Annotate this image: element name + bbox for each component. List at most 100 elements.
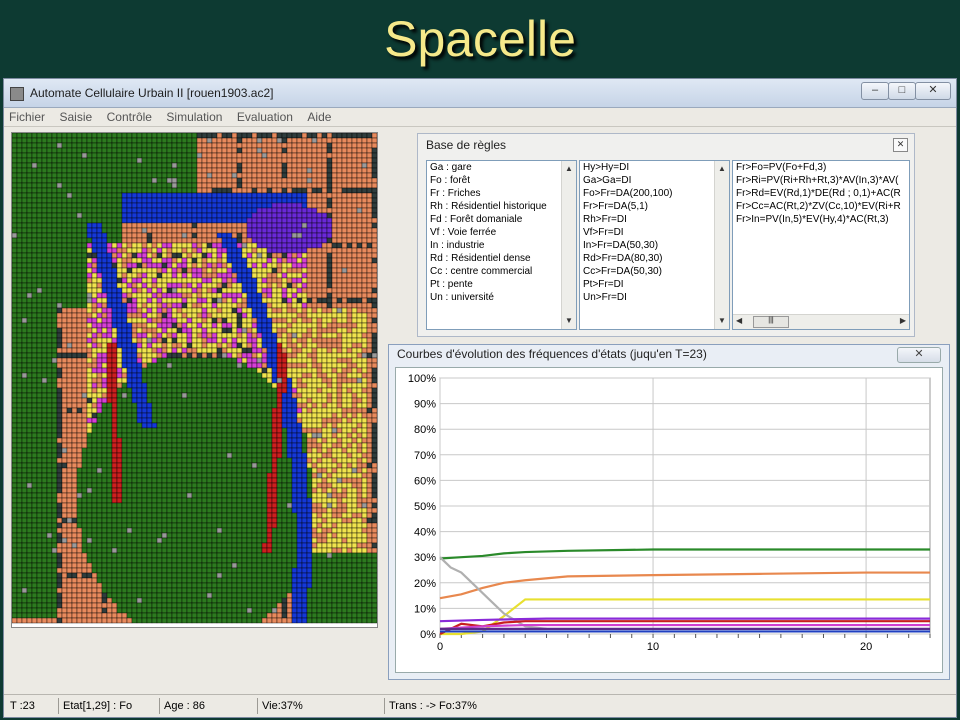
map-cell (246, 567, 253, 574)
map-cell (261, 197, 268, 204)
map-cell (166, 472, 173, 479)
map-cell (236, 212, 243, 219)
map-cell (131, 432, 138, 439)
map-cell (71, 232, 78, 239)
map-cell (161, 507, 168, 514)
map-cell (171, 457, 178, 464)
map-cell (191, 457, 198, 464)
menu-evaluation[interactable]: Evaluation (232, 108, 298, 124)
menu-aide[interactable]: Aide (302, 108, 336, 124)
map-cell (156, 422, 163, 429)
map-cell (221, 567, 228, 574)
map-cell (161, 537, 168, 544)
map-cell (231, 442, 238, 449)
map-cell (51, 357, 58, 364)
map-cell (121, 337, 128, 344)
map-cell (181, 582, 188, 589)
map-cell (136, 447, 143, 454)
map-cell (261, 437, 268, 444)
map-cell (171, 392, 178, 399)
map-cell (136, 372, 143, 379)
map-cell (106, 477, 113, 484)
maximize-button[interactable]: □ (888, 82, 916, 100)
map-cell (206, 292, 213, 299)
map-cell (101, 277, 108, 284)
map-cell (46, 132, 53, 139)
map-cell (21, 452, 28, 459)
close-window-button[interactable]: ✕ (915, 82, 951, 100)
map-cell (206, 442, 213, 449)
map-cell (96, 432, 103, 439)
map-cell (246, 132, 253, 139)
map-cell (171, 292, 178, 299)
map-cell (186, 297, 193, 304)
map-cell (116, 547, 123, 554)
map-cell (241, 277, 248, 284)
map-cell (181, 277, 188, 284)
window-titlebar[interactable]: Automate Cellulaire Urbain II [rouen1903… (4, 79, 956, 108)
map-cell (11, 582, 18, 589)
menu-saisie[interactable]: Saisie (54, 108, 97, 124)
map-cell (86, 172, 93, 179)
map-cell (246, 492, 253, 499)
map-cell (261, 207, 268, 214)
map-cell (171, 247, 178, 254)
map-cell (196, 252, 203, 259)
minimize-button[interactable]: – (861, 82, 889, 100)
map-cell (91, 547, 98, 554)
map-cell (246, 177, 253, 184)
map-cell (111, 322, 118, 329)
map-cell (101, 612, 108, 619)
map-cell (41, 477, 48, 484)
map-cell (226, 487, 233, 494)
map-cell (141, 227, 148, 234)
map-cell (201, 342, 208, 349)
menu-controle[interactable]: Contrôle (102, 108, 157, 124)
menu-simulation[interactable]: Simulation (161, 108, 227, 124)
map-cell (71, 252, 78, 259)
map-cell (161, 497, 168, 504)
map-cell (86, 252, 93, 259)
map-cell (176, 197, 183, 204)
map-cell (236, 252, 243, 259)
map-cell (11, 262, 18, 269)
menu-fichier[interactable]: Fichier (4, 108, 50, 124)
map-cell (31, 417, 38, 424)
map-cell (126, 552, 133, 559)
map-cell (21, 317, 28, 324)
map-cell (81, 207, 88, 214)
map-cell (121, 282, 128, 289)
map-cell (241, 412, 248, 419)
map-cell (226, 242, 233, 249)
map-cell (241, 307, 248, 314)
map-cell (121, 447, 128, 454)
map-cell (241, 587, 248, 594)
map-cell (206, 377, 213, 384)
map-cell (141, 517, 148, 524)
cellular-grid[interactable] (11, 132, 378, 627)
map-cell (251, 312, 258, 319)
map-cell (131, 382, 138, 389)
map-cell (131, 467, 138, 474)
map-cell (26, 452, 33, 459)
map-cell (156, 282, 163, 289)
map-cell (126, 407, 133, 414)
map-cell (56, 332, 63, 339)
map-cell (156, 452, 163, 459)
map-cell (231, 172, 238, 179)
cellular-map[interactable] (11, 132, 378, 628)
map-cell (231, 587, 238, 594)
map-cell (256, 212, 263, 219)
map-cell (151, 252, 158, 259)
map-cell (141, 362, 148, 369)
map-cell (231, 612, 238, 619)
map-cell (46, 462, 53, 469)
map-cell (226, 292, 233, 299)
map-cell (26, 447, 33, 454)
map-cell (31, 137, 38, 144)
map-cell (116, 287, 123, 294)
map-cell (31, 362, 38, 369)
map-cell (56, 407, 63, 414)
map-cell (251, 307, 258, 314)
map-cell (71, 617, 78, 624)
